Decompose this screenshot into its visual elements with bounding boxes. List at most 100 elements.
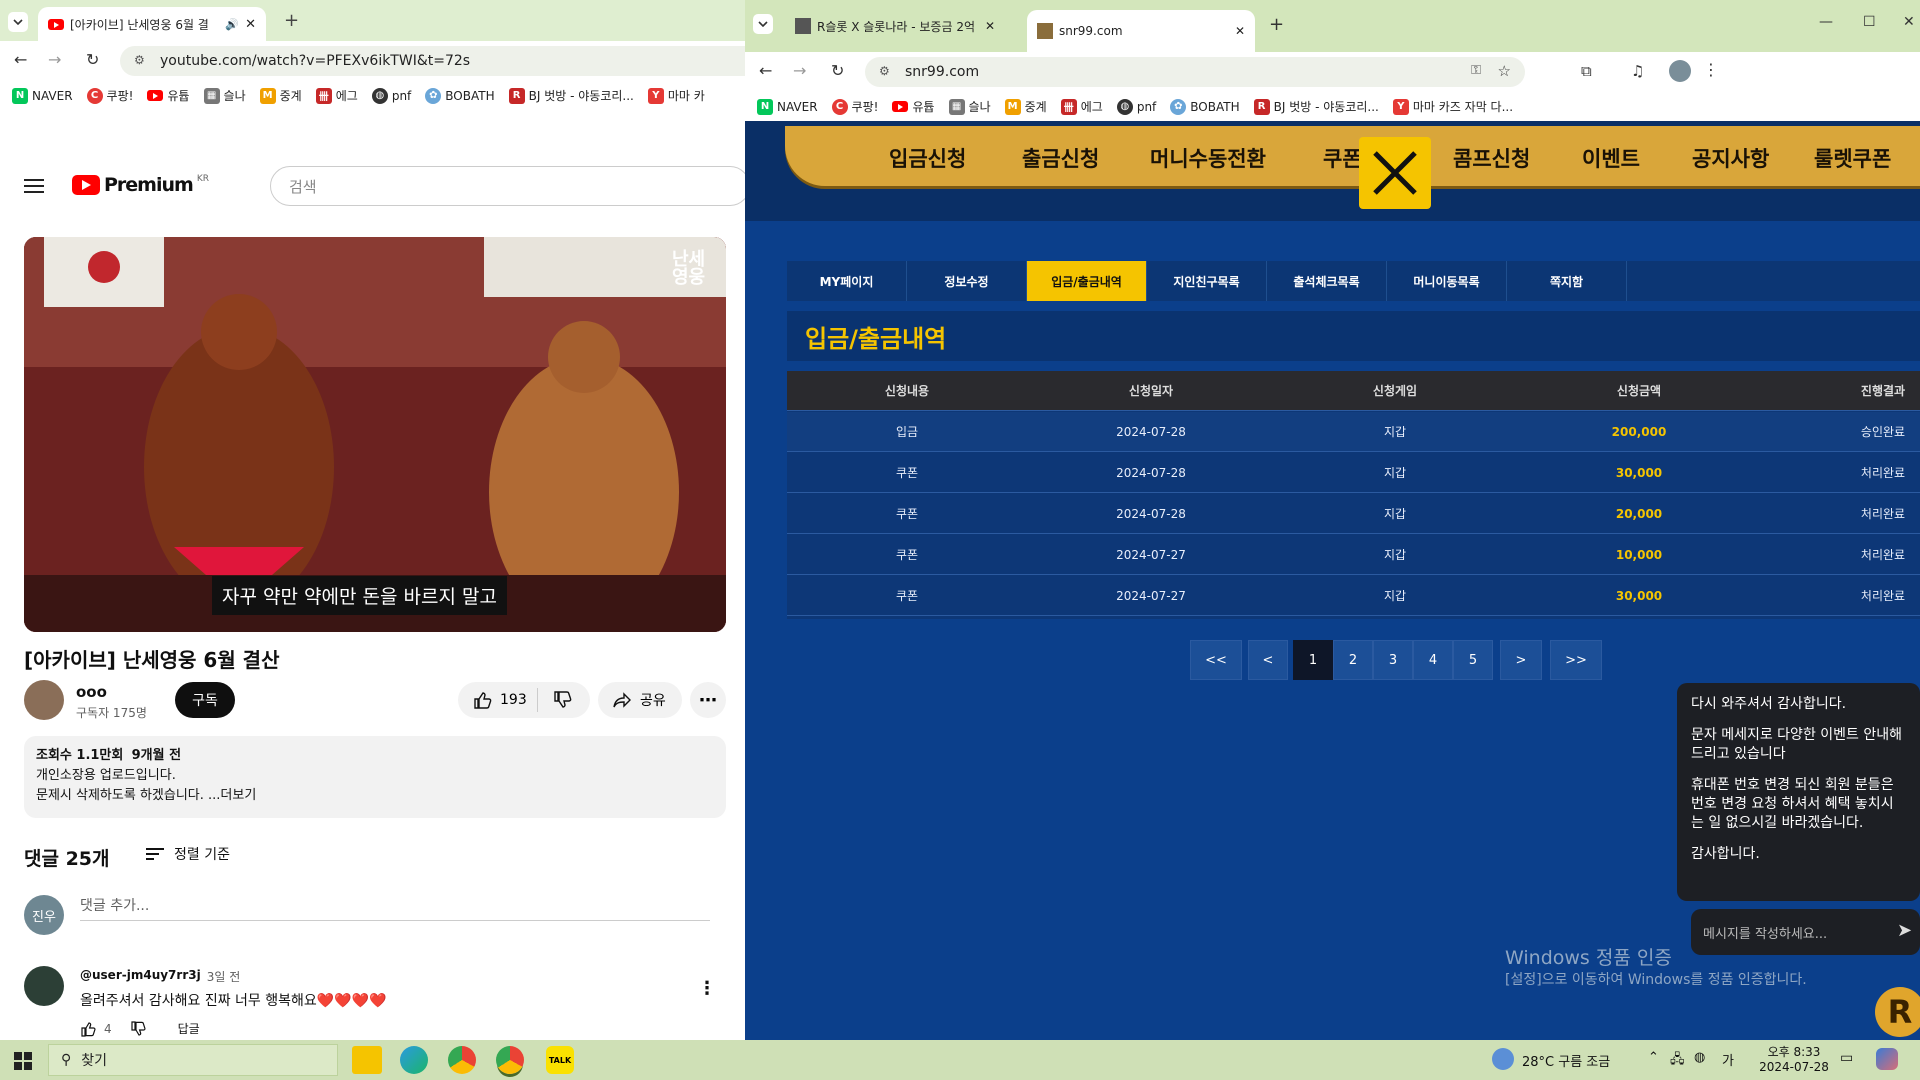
back-icon[interactable]: ← [14,50,27,69]
profile-avatar[interactable] [1669,60,1691,82]
tab-profile-edit[interactable]: 정보수정 [907,261,1027,301]
site-info-icon[interactable]: ⚙ [134,53,145,67]
weather-text[interactable]: 28°C 구름 조금 [1522,1051,1610,1070]
comment-menu-icon[interactable]: ⋮ [698,978,716,999]
send-icon[interactable]: ➤ [1897,920,1912,941]
nav-money-convert[interactable]: 머니수동전환 [1150,143,1266,173]
tab-money-transfer[interactable]: 머니이동목록 [1387,261,1507,301]
nav-comp[interactable]: 콤프신청 [1453,143,1530,173]
reply-button[interactable]: 답글 [178,1020,200,1037]
nav-coupon[interactable]: 쿠폰 [1323,143,1362,173]
bookmark-naver[interactable]: N NAVER [757,98,818,115]
edge-icon[interactable] [400,1046,428,1074]
channel-avatar[interactable] [24,680,64,720]
sort-button[interactable]: 정렬 기준 [146,844,230,864]
back-icon[interactable]: ← [759,61,772,80]
tab-friends[interactable]: 지인친구목록 [1147,261,1267,301]
extensions-icon[interactable]: ⧉ [1581,62,1592,80]
dislike-button[interactable] [538,690,572,710]
bookmark-slna[interactable]: ▦ 슬나 [203,87,246,104]
volume-icon[interactable]: ◍ [1694,1050,1705,1065]
clock-time[interactable]: 오후 8:33 [1762,1043,1826,1060]
bookmark-relay[interactable]: M 중계 [259,87,302,104]
commenter-avatar[interactable] [24,966,64,1006]
sticky-notes-icon[interactable] [352,1046,382,1074]
comment-like-icon[interactable] [80,1021,96,1037]
network-icon[interactable]: 🖧 [1670,1050,1685,1072]
tab-youtube[interactable]: [아카이브] 난세영웅 6월 결 🔊 ✕ [38,7,266,41]
hamburger-menu-icon[interactable] [24,178,44,194]
tab-messages[interactable]: 쪽지함 [1507,261,1627,301]
password-key-icon[interactable]: ⚿ [1471,63,1481,78]
reload-icon[interactable]: ↻ [831,61,844,80]
video-player[interactable]: 난세영웅 자꾸 약만 약에만 돈을 바르지 말고 [24,237,726,632]
page-4[interactable]: 4 [1413,640,1453,680]
bookmark-egg[interactable]: 卌 에그 [1060,98,1103,115]
comment-user[interactable]: @user-jm4uy7rr3j [80,968,201,985]
bookmark-coupang[interactable]: C 쿠팡! [831,98,878,115]
bookmark-pnf[interactable]: ◍ pnf [1116,98,1156,115]
bookmark-youtube[interactable]: 유튭 [892,98,935,115]
media-control-icon[interactable]: ♫ [1631,62,1644,80]
close-window-icon[interactable]: ✕ [1903,14,1915,30]
tab-transactions[interactable]: 입금/출금내역 [1027,261,1147,301]
new-tab-icon[interactable]: + [284,10,299,31]
tab-close-icon[interactable]: ✕ [245,17,256,32]
bookmark-mama[interactable]: Y 마마 카즈 자막 다... [1392,98,1513,115]
bookmark-star-icon[interactable]: ☆ [1498,62,1511,80]
page-1[interactable]: 1 [1293,640,1333,680]
page-prev[interactable]: < [1248,640,1288,680]
page-3[interactable]: 3 [1373,640,1413,680]
bookmark-bobath[interactable]: ✿ BOBATH [425,87,495,104]
page-first[interactable]: << [1190,640,1242,680]
site-info-icon[interactable]: ⚙ [879,64,890,78]
tab-search-icon[interactable] [753,14,773,34]
bookmark-relay[interactable]: M 중계 [1004,98,1047,115]
tab-close-icon[interactable]: ✕ [1235,24,1245,38]
comment-input[interactable]: 댓글 추가... [80,895,710,921]
tab-mypage[interactable]: MY페이지 [787,261,907,301]
reload-icon[interactable]: ↻ [86,50,99,69]
minimize-icon[interactable]: — [1819,14,1833,30]
taskbar-search[interactable]: ⚲ 찾기 [48,1044,338,1076]
bookmark-naver[interactable]: N NAVER [12,87,73,104]
chrome-icon[interactable] [448,1046,476,1074]
maximize-icon[interactable]: ☐ [1863,14,1876,30]
copilot-icon[interactable] [1876,1048,1898,1070]
tab-attendance[interactable]: 출석체크목록 [1267,261,1387,301]
new-tab-icon[interactable]: + [1269,14,1284,35]
bookmark-bobath[interactable]: ✿ BOBATH [1170,98,1240,115]
kakaotalk-icon[interactable]: TALK [546,1046,574,1074]
subscribe-button[interactable]: 구독 [175,682,235,718]
tray-chevron-icon[interactable]: ⌃ [1648,1050,1659,1065]
tab-close-icon[interactable]: ✕ [985,19,995,33]
more-actions-icon[interactable]: ⋯ [690,682,726,718]
share-button[interactable]: 공유 [598,682,682,718]
bookmark-egg[interactable]: 卌 에그 [315,87,358,104]
chat-input[interactable]: 메시지를 작성하세요... ➤ [1691,909,1920,955]
clock-date[interactable]: 2024-07-28 [1756,1060,1832,1074]
bookmark-pnf[interactable]: ◍ pnf [371,87,411,104]
nav-roulette[interactable]: 룰렛쿠폰 [1814,143,1891,173]
search-input[interactable]: 검색 [270,166,745,206]
tab-snr99[interactable]: snr99.com ✕ [1027,10,1255,52]
youtube-logo[interactable]: Premium KR [72,174,209,196]
browser-menu-icon[interactable]: ⋮ [1703,60,1719,79]
bookmark-coupang[interactable]: C 쿠팡! [86,87,133,104]
address-bar[interactable]: ⚙ snr99.com ⚿ ☆ [865,57,1525,87]
like-button[interactable]: 193 [458,688,538,712]
close-icon[interactable] [1359,137,1431,209]
notification-icon[interactable]: ▭ [1840,1050,1853,1066]
tab-search-icon[interactable] [8,12,28,32]
ime-icon[interactable]: 가 [1722,1050,1734,1069]
bookmark-youtube[interactable]: 유튭 [147,87,190,104]
bookmark-bj[interactable]: R BJ 벗방 - 야동코리... [1253,98,1379,115]
tab-rslot[interactable]: R슬롯 X 슬롯나라 - 보증금 2억 ✕ [785,12,1005,40]
bookmark-mama[interactable]: Y 마마 카 [647,87,705,104]
address-bar[interactable]: ⚙ youtube.com/watch?v=PFEXv6ikTWI&t=72s [120,46,745,76]
bookmark-bj[interactable]: R BJ 벗방 - 야동코리... [508,87,634,104]
nav-notice[interactable]: 공지사항 [1692,143,1769,173]
nav-deposit[interactable]: 입금신청 [889,143,966,173]
page-2[interactable]: 2 [1333,640,1373,680]
site-logo-badge[interactable]: R [1875,987,1920,1037]
